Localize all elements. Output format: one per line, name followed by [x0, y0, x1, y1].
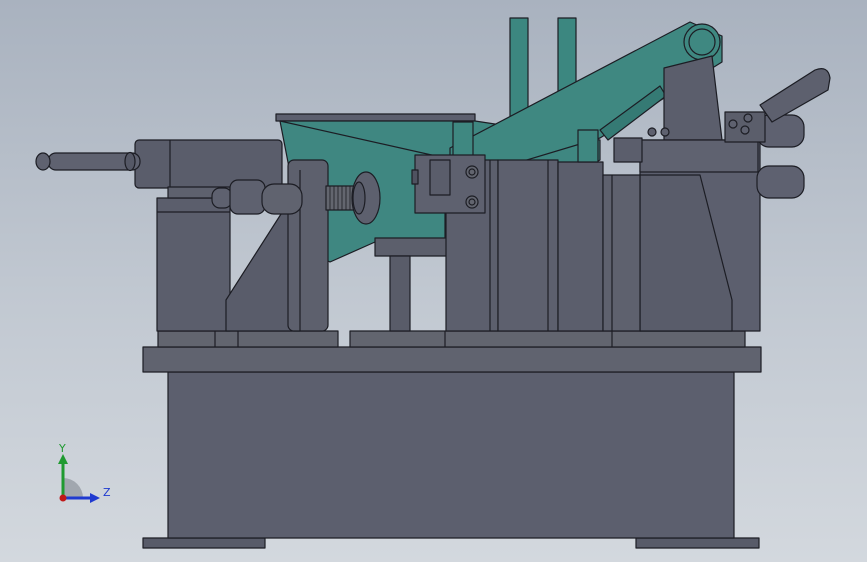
center-block-right [557, 161, 604, 332]
screw-collar-a [211, 187, 233, 209]
screw-collar-b [229, 179, 266, 215]
base-cabinet [167, 371, 735, 539]
axis-triad: Y Z [48, 440, 118, 510]
triad-quadrant [63, 478, 83, 498]
origin-dot [59, 494, 67, 502]
z-axis-arrow [90, 493, 100, 503]
hopper-stand [374, 237, 448, 257]
bolt-bottom [465, 195, 479, 209]
left-block [156, 197, 231, 332]
cad-viewport[interactable]: Y Z [0, 0, 867, 562]
base-plate [142, 346, 762, 373]
screw-collar-c [261, 183, 303, 215]
foot-left [142, 537, 266, 549]
pivot-bracket [663, 55, 723, 146]
teal-post-2 [557, 17, 577, 94]
foot-right [635, 537, 760, 549]
y-axis-label: Y [59, 442, 66, 455]
right-cylinder-bottom [756, 165, 805, 199]
teal-slider-1 [452, 121, 474, 161]
rod-end [35, 152, 51, 171]
center-block-far [602, 174, 641, 332]
base-strip-right [349, 330, 746, 348]
top-plate [275, 113, 476, 122]
bolt-top [465, 165, 479, 179]
clamp-handle [759, 68, 831, 123]
machine-model[interactable] [0, 0, 867, 562]
base-strip-left [157, 330, 339, 348]
center-block-mid [497, 159, 559, 332]
z-axis-label: Z [103, 486, 111, 499]
y-axis-arrow [58, 454, 68, 464]
teal-slider-2 [577, 129, 599, 163]
